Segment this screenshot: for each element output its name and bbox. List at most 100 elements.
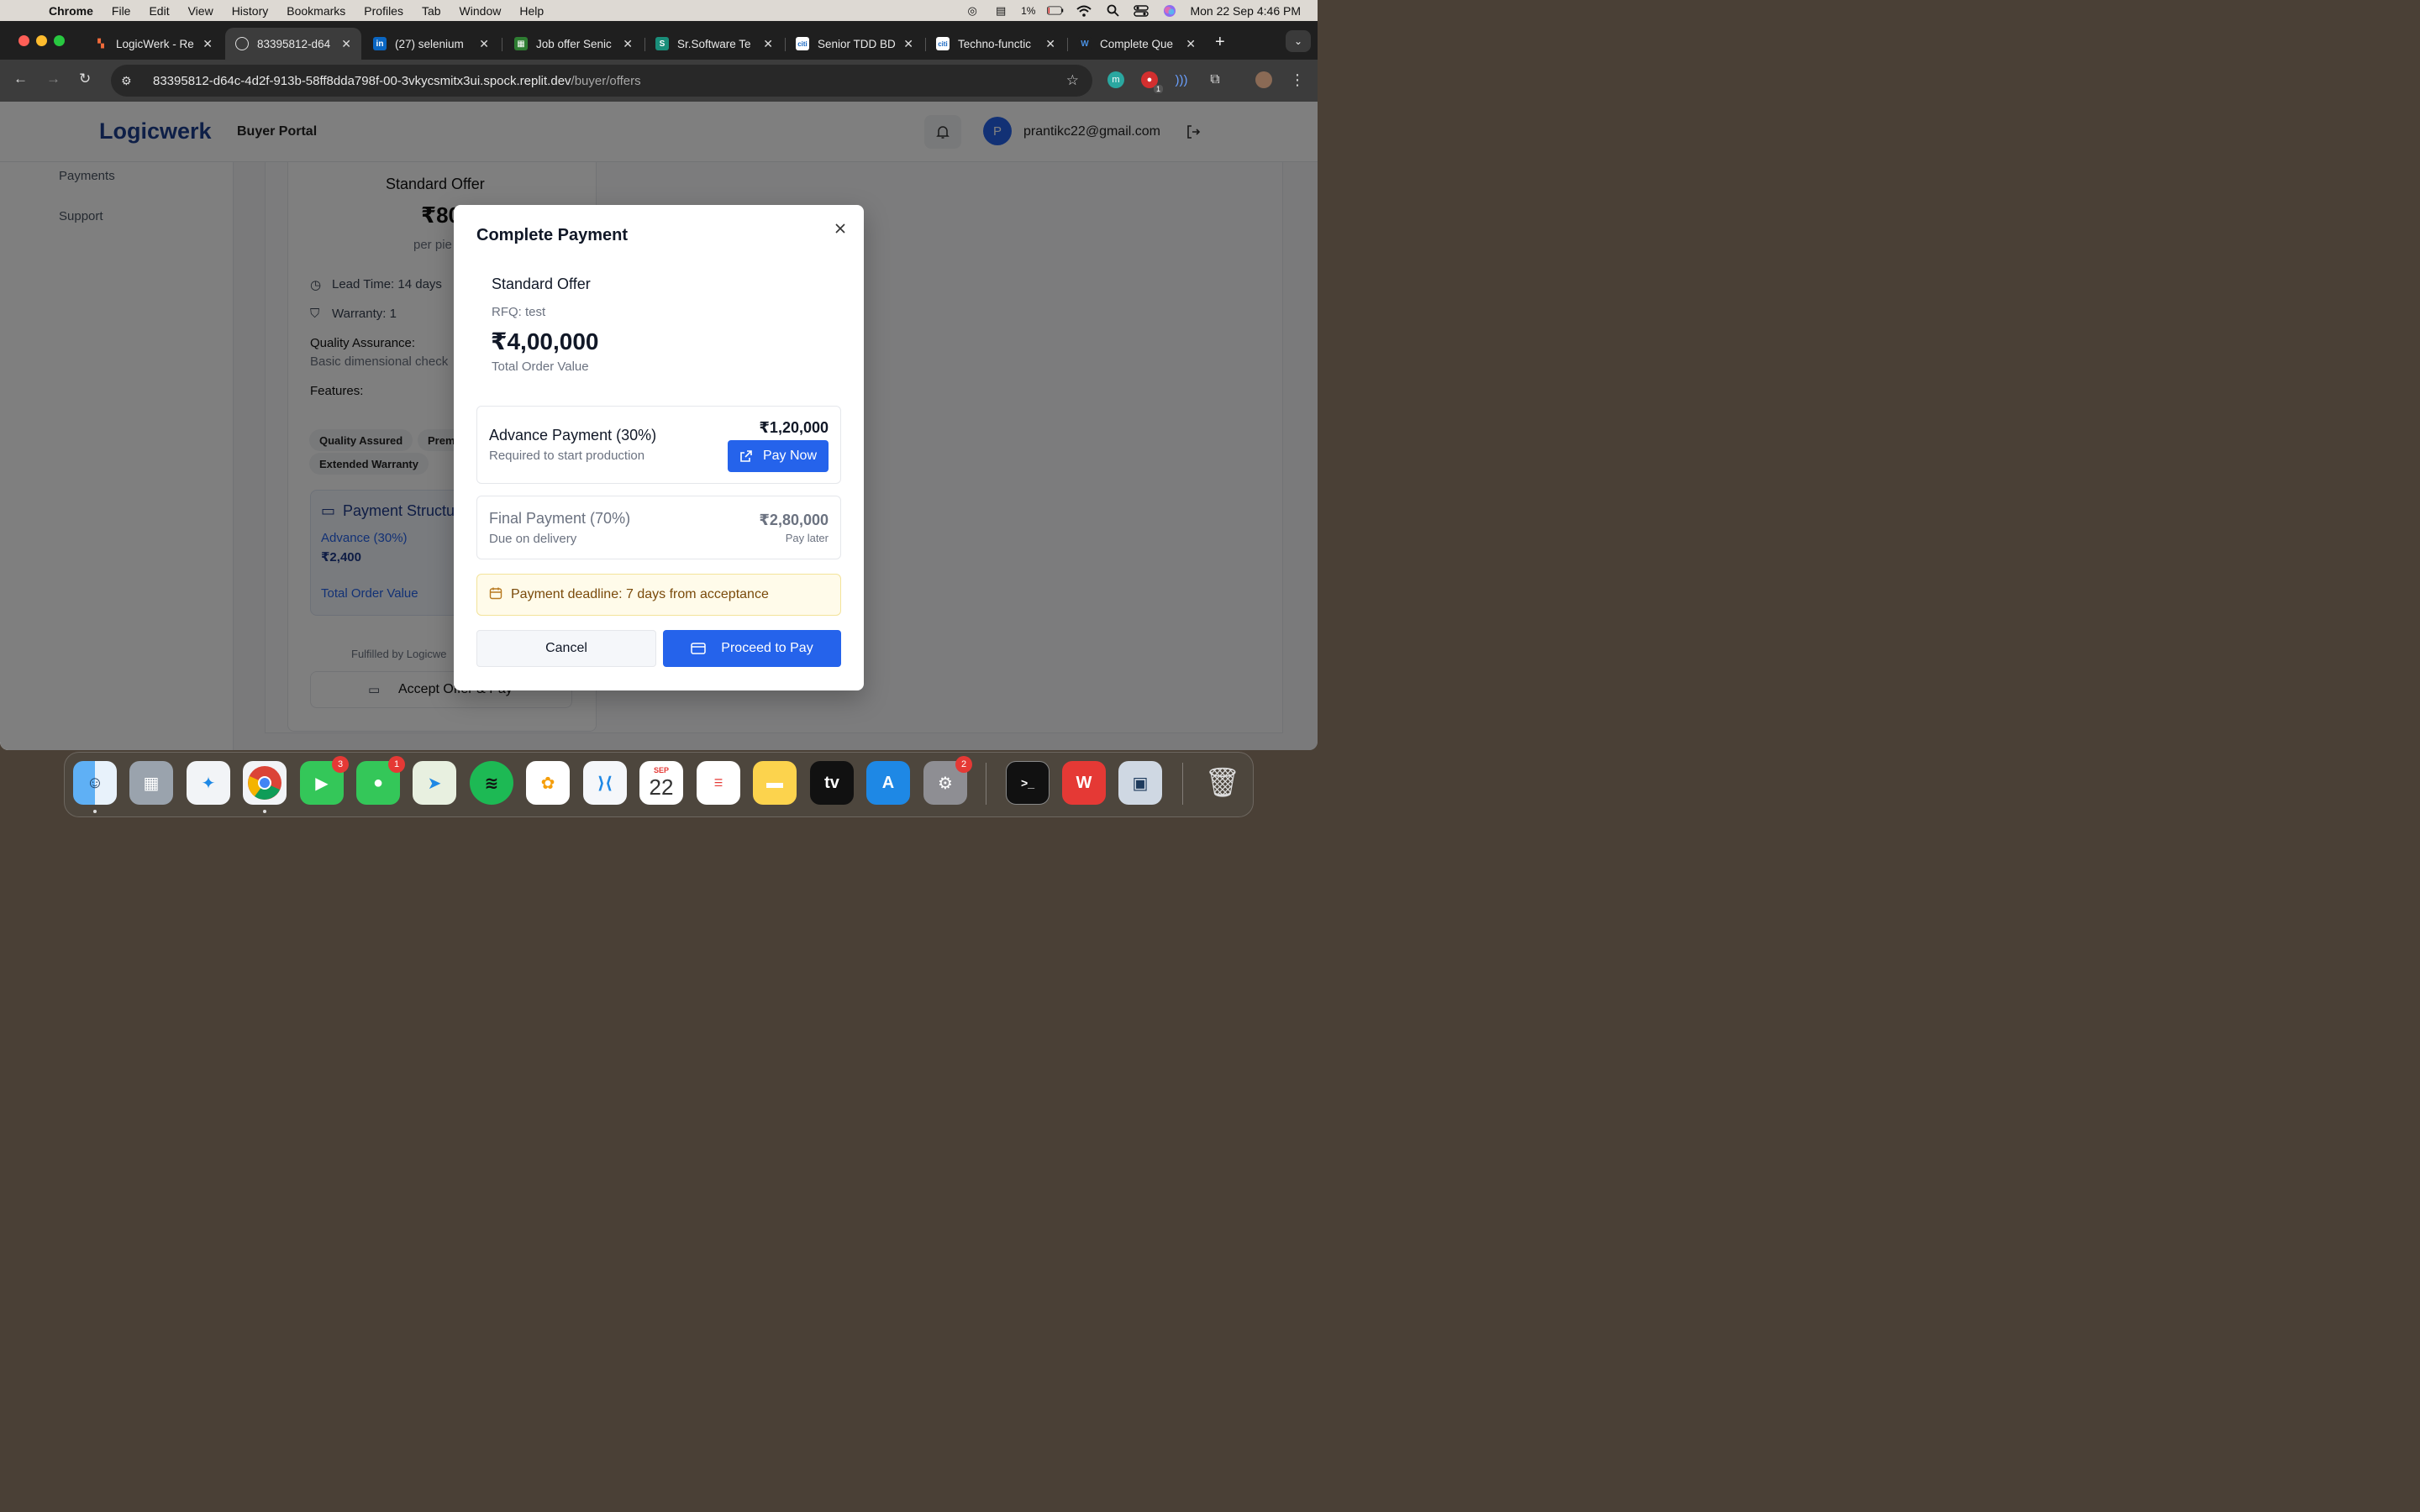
- tab-title: LogicWerk - Re: [116, 37, 194, 50]
- tab-close-icon[interactable]: ✕: [763, 37, 773, 51]
- tab-title: 83395812-d64: [257, 37, 331, 50]
- terminal-icon[interactable]: >_: [1006, 761, 1050, 805]
- airdrop-icon[interactable]: ◎: [964, 4, 981, 17]
- tab-close-icon[interactable]: ✕: [479, 37, 489, 51]
- tab-close-icon[interactable]: ✕: [623, 37, 633, 51]
- browser-tab[interactable]: W Complete Que ✕: [1068, 28, 1206, 60]
- menu-help[interactable]: Help: [519, 4, 544, 18]
- modal-total-amount: ₹4,00,000: [491, 328, 599, 354]
- final-payment-amount: ₹2,80,000: [759, 512, 829, 528]
- wifi-icon[interactable]: [1076, 5, 1092, 17]
- launchpad-icon[interactable]: ▦: [129, 761, 173, 805]
- window-minimize-button[interactable]: [36, 35, 47, 46]
- maps-icon[interactable]: ➤: [413, 761, 456, 805]
- menu-profiles[interactable]: Profiles: [364, 4, 403, 18]
- keyboard-icon[interactable]: ▤: [992, 4, 1009, 17]
- menu-bookmarks[interactable]: Bookmarks: [287, 4, 345, 18]
- w-favicon-icon: W: [1078, 37, 1092, 50]
- browser-window: ▚ LogicWerk - Re ✕ 83395812-d64 ✕ in (27…: [0, 21, 1318, 750]
- forward-arrow-icon[interactable]: →: [46, 71, 60, 87]
- browser-tab[interactable]: citi Techno-functic ✕: [926, 28, 1065, 60]
- tab-search-chevron-icon[interactable]: ⌄: [1286, 30, 1311, 52]
- app-store-icon[interactable]: A: [866, 761, 910, 805]
- tab-close-icon[interactable]: ✕: [203, 37, 213, 51]
- tab-title: Senior TDD BD: [818, 37, 896, 50]
- spotlight-search-icon[interactable]: [1104, 4, 1121, 17]
- browser-tab[interactable]: S Sr.Software Te ✕: [645, 28, 783, 60]
- reload-icon[interactable]: ↻: [79, 71, 91, 87]
- advance-payment-amount: ₹1,20,000: [759, 419, 829, 436]
- credit-card-icon: [691, 643, 707, 654]
- address-bar[interactable]: ⚙ 83395812-d64c-4d2f-913b-58ff8dda798f-0…: [111, 65, 1092, 97]
- close-icon[interactable]: [832, 220, 849, 237]
- proceed-to-pay-button[interactable]: Proceed to Pay: [663, 630, 841, 667]
- advance-payment-box: Advance Payment (30%) Required to start …: [476, 406, 841, 484]
- trash-icon[interactable]: 🗑: [1201, 761, 1244, 805]
- linkedin-favicon-icon: in: [373, 37, 387, 50]
- menu-history[interactable]: History: [232, 4, 269, 18]
- menu-file[interactable]: File: [112, 4, 131, 18]
- tab-close-icon[interactable]: ✕: [341, 37, 351, 51]
- calendar-icon: [489, 586, 502, 604]
- globe-favicon-icon: [235, 37, 249, 50]
- safari-icon[interactable]: ✦: [187, 761, 230, 805]
- battery-icon[interactable]: [1047, 5, 1064, 17]
- extensions-puzzle-icon[interactable]: ⧉: [1207, 71, 1223, 88]
- sheet-favicon-icon: ▦: [514, 37, 528, 50]
- spotify-icon[interactable]: ≋: [470, 761, 513, 805]
- tab-title: (27) selenium: [395, 37, 464, 50]
- browser-tab[interactable]: ▦ Job offer Senic ✕: [504, 28, 643, 60]
- logicwerk-favicon-icon: ▚: [94, 37, 108, 50]
- apple-tv-icon[interactable]: tv: [810, 761, 854, 805]
- back-arrow-icon[interactable]: ←: [13, 71, 28, 87]
- macos-dock: ☺ ▦ ✦ ▶ 3 ● 1 ➤ ≋ ✿ ⟩⟨ SEP 22 ☰ ▬ tv A ⚙ 2 >…: [64, 752, 1254, 817]
- messages-icon[interactable]: ● 1: [356, 756, 405, 805]
- site-info-icon[interactable]: ⚙: [121, 74, 139, 88]
- reminders-icon[interactable]: ☰: [697, 761, 740, 805]
- control-center-icon[interactable]: [1133, 4, 1150, 17]
- tab-title: Techno-functic: [958, 37, 1032, 50]
- menu-edit[interactable]: Edit: [149, 4, 169, 18]
- bookmark-star-icon[interactable]: ☆: [1066, 72, 1079, 89]
- siri-icon[interactable]: [1161, 4, 1178, 17]
- final-payment-title: Final Payment (70%): [489, 510, 631, 527]
- preview-icon[interactable]: ▣: [1118, 761, 1162, 805]
- browser-tab[interactable]: citi Senior TDD BD ✕: [786, 28, 923, 60]
- new-tab-plus-icon[interactable]: +: [1215, 33, 1225, 52]
- browser-tab[interactable]: in (27) selenium ✕: [363, 28, 499, 60]
- pay-now-button[interactable]: Pay Now: [728, 440, 829, 472]
- facetime-icon[interactable]: ▶ 3: [300, 756, 349, 805]
- external-link-icon: [740, 450, 752, 462]
- menu-view[interactable]: View: [188, 4, 213, 18]
- menubar-clock[interactable]: Mon 22 Sep 4:46 PM: [1190, 4, 1301, 18]
- browser-tab[interactable]: ▚ LogicWerk - Re ✕: [84, 28, 223, 60]
- finder-icon[interactable]: ☺: [73, 761, 117, 805]
- browser-toolbar: ← → ↻ ⚙ 83395812-d64c-4d2f-913b-58ff8dda…: [0, 60, 1318, 102]
- tab-close-icon[interactable]: ✕: [1186, 37, 1196, 51]
- calendar-app-icon[interactable]: SEP 22: [639, 761, 683, 805]
- wps-office-icon[interactable]: W: [1062, 761, 1106, 805]
- vscode-icon[interactable]: ⟩⟨: [583, 761, 627, 805]
- window-zoom-button[interactable]: [54, 35, 65, 46]
- tab-close-icon[interactable]: ✕: [903, 37, 913, 51]
- menu-window[interactable]: Window: [460, 4, 502, 18]
- url-text[interactable]: 83395812-d64c-4d2f-913b-58ff8dda798f-00-…: [153, 74, 641, 88]
- profile-avatar-icon[interactable]: [1255, 71, 1272, 88]
- window-close-button[interactable]: [18, 35, 29, 46]
- extension-badge-icon[interactable]: ● 1: [1141, 71, 1163, 93]
- chrome-menu-icon[interactable]: ⋮: [1289, 71, 1306, 88]
- menu-tab[interactable]: Tab: [422, 4, 441, 18]
- modal-offer-name: Standard Offer: [492, 276, 591, 292]
- chrome-icon[interactable]: [243, 761, 287, 805]
- notes-icon[interactable]: ▬: [753, 761, 797, 805]
- browser-tab-active[interactable]: 83395812-d64 ✕: [225, 28, 361, 60]
- web-page: Logicwerk Buyer Portal P prantikc22@gmai…: [0, 102, 1318, 750]
- extension-m-icon[interactable]: m: [1107, 71, 1124, 88]
- complete-payment-modal: Complete Payment Standard Offer RFQ: tes…: [454, 205, 864, 690]
- extension-wave-icon[interactable]: ))): [1173, 71, 1190, 88]
- system-settings-icon[interactable]: ⚙ 2: [923, 756, 972, 805]
- cancel-button[interactable]: Cancel: [476, 630, 656, 667]
- photos-icon[interactable]: ✿: [526, 761, 570, 805]
- menu-app-name[interactable]: Chrome: [49, 4, 93, 18]
- tab-close-icon[interactable]: ✕: [1045, 37, 1055, 51]
